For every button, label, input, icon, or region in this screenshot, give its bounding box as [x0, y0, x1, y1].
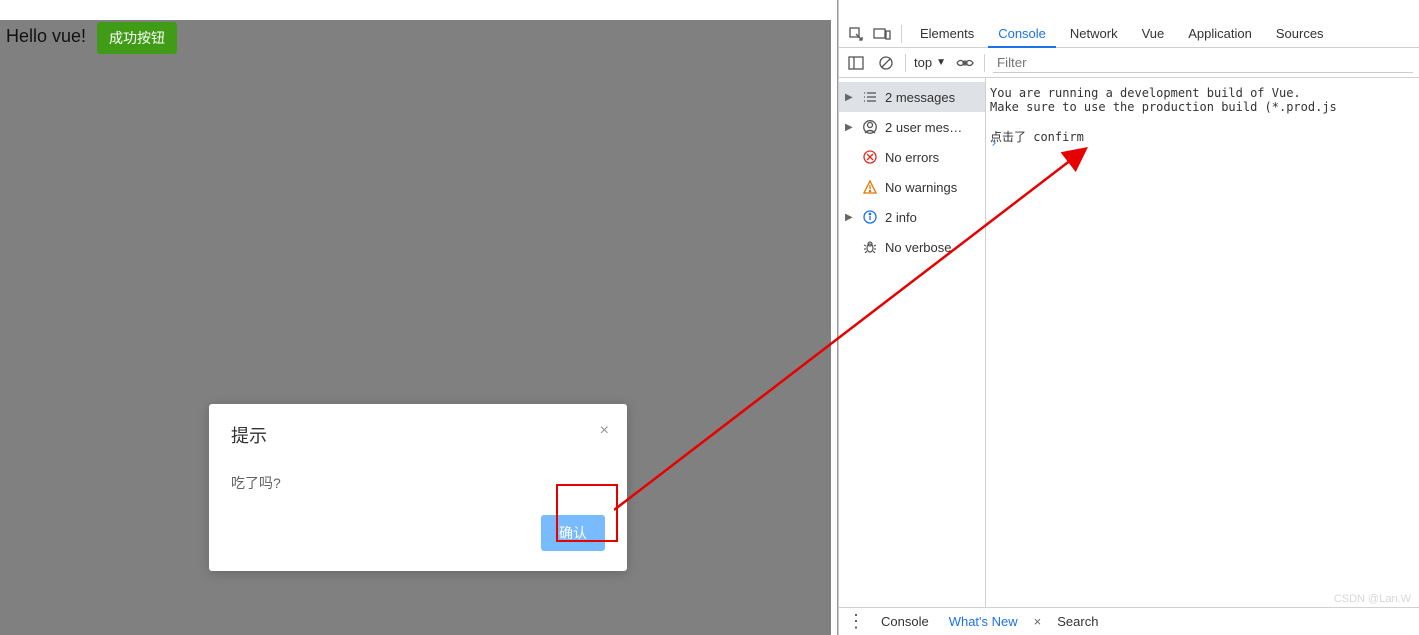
- hello-text: Hello vue!: [6, 26, 86, 47]
- browser-chrome-strip: [839, 0, 1419, 20]
- tab-console[interactable]: Console: [988, 20, 1056, 48]
- watermark: CSDN @Lan.W: [1334, 593, 1411, 605]
- app-viewport: Hello vue! 成功按钮 提示 × 吃了吗? 确认: [0, 0, 838, 635]
- sidebar-label: No verbose: [885, 240, 951, 255]
- tab-vue[interactable]: Vue: [1132, 20, 1175, 48]
- clear-console-icon[interactable]: [875, 52, 897, 74]
- pane-divider[interactable]: [831, 20, 837, 635]
- close-drawer-tab-icon[interactable]: ×: [1034, 614, 1042, 629]
- tab-network[interactable]: Network: [1060, 20, 1128, 48]
- close-icon[interactable]: ×: [600, 422, 609, 440]
- user-icon: [861, 118, 879, 136]
- devtools-tabbar: Elements Console Network Vue Application…: [839, 20, 1419, 48]
- warning-icon: [861, 178, 879, 196]
- tab-application[interactable]: Application: [1178, 20, 1262, 48]
- drawer-tab-search[interactable]: Search: [1053, 614, 1102, 629]
- separator: [901, 25, 902, 43]
- sidebar-item-verbose[interactable]: No verbose: [839, 232, 985, 262]
- sidebar-label: No warnings: [885, 180, 957, 195]
- list-icon: [861, 88, 879, 106]
- dialog-body: 吃了吗?: [231, 473, 605, 493]
- sidebar-item-info[interactable]: ▶ 2 info: [839, 202, 985, 232]
- success-button[interactable]: 成功按钮: [97, 22, 177, 54]
- browser-chrome-strip: [0, 0, 837, 20]
- console-toolbar: top ▼: [839, 48, 1419, 78]
- context-label: top: [914, 55, 932, 70]
- info-icon: [861, 208, 879, 226]
- caret-icon: ▶: [845, 212, 855, 223]
- sidebar-label: 2 info: [885, 210, 917, 225]
- console-body: ▶ 2 messages ▶ 2 user mes… No errors No …: [839, 78, 1419, 607]
- sidebar-label: 2 messages: [885, 90, 955, 105]
- tab-elements[interactable]: Elements: [910, 20, 984, 48]
- live-expression-icon[interactable]: [954, 52, 976, 74]
- message-sidebar: ▶ 2 messages ▶ 2 user mes… No errors No …: [839, 78, 986, 607]
- prompt-chevron-icon: ›: [990, 136, 998, 151]
- separator: [905, 54, 906, 72]
- kebab-menu-icon[interactable]: ⋮: [847, 611, 865, 632]
- error-icon: [861, 148, 879, 166]
- chevron-down-icon: ▼: [936, 57, 946, 68]
- dialog-title: 提示: [231, 422, 605, 448]
- console-log[interactable]: You are running a development build of V…: [986, 78, 1419, 607]
- caret-icon: ▶: [845, 92, 855, 103]
- sidebar-item-errors[interactable]: No errors: [839, 142, 985, 172]
- sidebar-item-warnings[interactable]: No warnings: [839, 172, 985, 202]
- drawer-tab-whatsnew[interactable]: What's New: [945, 614, 1022, 629]
- sidebar-item-messages[interactable]: ▶ 2 messages: [839, 82, 985, 112]
- confirm-dialog: 提示 × 吃了吗? 确认: [209, 404, 627, 571]
- filter-input[interactable]: [993, 53, 1413, 73]
- context-selector[interactable]: top ▼: [914, 55, 946, 70]
- sidebar-label: 2 user mes…: [885, 120, 962, 135]
- tab-sources[interactable]: Sources: [1266, 20, 1334, 48]
- devtools-drawer: ⋮ Console What's New × Search: [839, 607, 1419, 635]
- log-vue-dev: You are running a development build of V…: [990, 86, 1415, 114]
- caret-icon: ▶: [845, 122, 855, 133]
- log-click-confirm: 点击了 confirm: [990, 128, 1415, 145]
- drawer-tab-console[interactable]: Console: [877, 614, 933, 629]
- sidebar-item-user[interactable]: ▶ 2 user mes…: [839, 112, 985, 142]
- confirm-button[interactable]: 确认: [541, 515, 605, 551]
- sidebar-label: No errors: [885, 150, 939, 165]
- bug-icon: [861, 238, 879, 256]
- inspect-icon[interactable]: [845, 23, 867, 45]
- devtools-panel: Elements Console Network Vue Application…: [838, 0, 1419, 635]
- separator: [984, 54, 985, 72]
- sidebar-toggle-icon[interactable]: [845, 52, 867, 74]
- device-toggle-icon[interactable]: [871, 23, 893, 45]
